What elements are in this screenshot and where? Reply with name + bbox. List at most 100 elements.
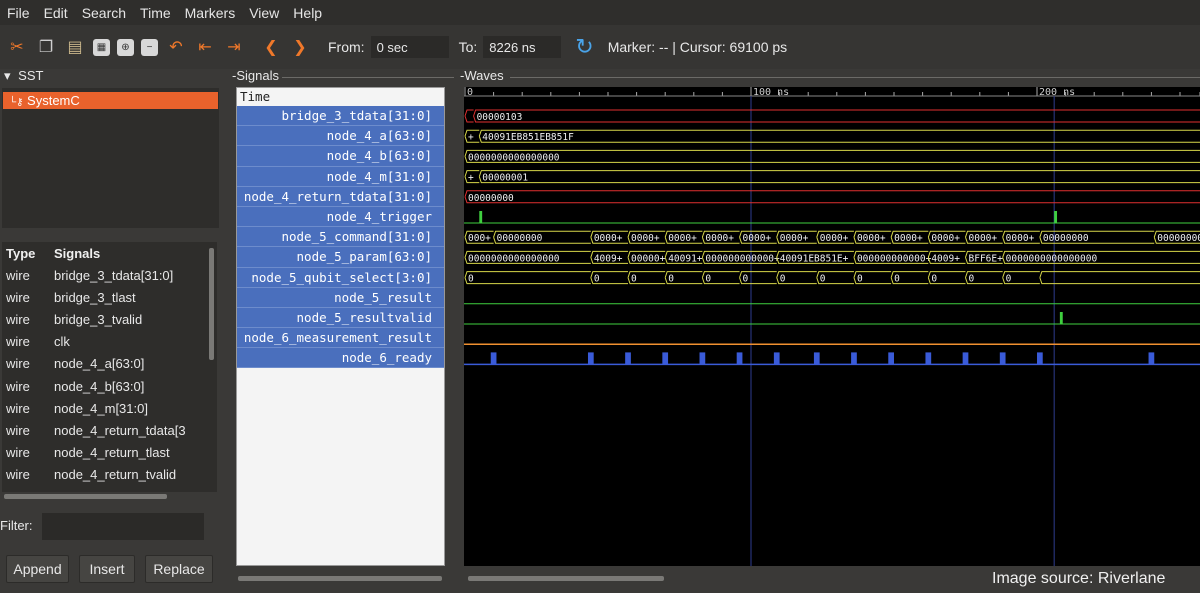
sst-title[interactable]: ▾ SST [4, 68, 43, 84]
zoom-start-icon[interactable]: ⇤ [194, 36, 216, 58]
waveform-canvas[interactable]: 0 100 ns 200 ns00000103+ 40091EB851EB851F00… [464, 87, 1200, 566]
signal-row[interactable]: node_5_command[31:0] [237, 227, 444, 248]
bus-value: BFF6E+ [969, 253, 1004, 264]
copy-icon[interactable]: ❐ [35, 36, 57, 58]
insert-button[interactable]: Insert [79, 555, 135, 583]
bus-value: 0 [969, 274, 975, 285]
signal-list-row[interactable]: wire node_4_return_tvalid [2, 464, 217, 486]
signal-list-row[interactable]: wire node_4_m[31:0] [2, 397, 217, 419]
signal-list-vscroll[interactable] [209, 248, 214, 360]
bus-value: + [468, 132, 474, 143]
signal-list-row[interactable]: wire bridge_3_tdata[31:0] [2, 264, 217, 286]
bus-value: 0000+ [894, 233, 923, 244]
signal-list-row[interactable]: wire node_4_a[63:0] [2, 353, 217, 375]
signal-row[interactable]: node_6_ready [237, 348, 444, 369]
waves-pane-title: -Waves [460, 68, 504, 83]
select-all-icon[interactable]: ▦ [93, 38, 110, 56]
undo-zoom-icon[interactable]: ↶ [165, 36, 187, 58]
signal-row[interactable]: node_6_measurement_result [237, 328, 444, 349]
signals-column-header[interactable]: Signals [54, 246, 217, 261]
append-button[interactable]: Append [6, 555, 69, 583]
bus-value: 0000000000000000 [468, 152, 560, 163]
clock-pulse [736, 352, 743, 365]
menu-help[interactable]: Help [286, 5, 329, 21]
bus-value: 0 [668, 274, 674, 285]
bus-value: 00000000 [1157, 233, 1200, 244]
bus-value: 00000103 [477, 112, 523, 123]
bus-value: 0000+ [668, 233, 697, 244]
prev-edge-icon[interactable]: ❮ [260, 36, 282, 58]
signals-pane-title: -Signals [232, 68, 279, 83]
signal-row[interactable]: node_4_trigger [237, 206, 444, 228]
bus-value: 0000000000000000 [1006, 253, 1098, 264]
menu-view[interactable]: View [242, 5, 286, 21]
bus-value: 0000+ [705, 233, 734, 244]
signal-name: bridge_3_tlast [54, 289, 136, 305]
waves-hscroll[interactable] [468, 576, 664, 581]
signal-name: node_4_return_tvalid [54, 467, 177, 483]
filter-input[interactable] [42, 513, 204, 540]
menu-search[interactable]: Search [75, 5, 133, 21]
signal-list-row[interactable]: wire clk [2, 331, 217, 353]
bus-value: 00000000 [1043, 233, 1089, 244]
tree-node-systemc[interactable]: └⚷ SystemC [3, 92, 218, 109]
signal-list-hscroll[interactable] [4, 494, 167, 499]
from-field[interactable]: 0 sec [370, 36, 449, 58]
image-credit: Image source: Riverlane [992, 570, 1166, 587]
waveform-view[interactable]: 0 100 ns 200 ns 00000103 +40091EB851EB851F 00… [464, 87, 1200, 566]
bus-segment [464, 271, 591, 285]
signal-list-row[interactable]: wire node_4_return_tdata[3 [2, 419, 217, 441]
type-column-header[interactable]: Type [2, 246, 54, 261]
replace-button[interactable]: Replace [145, 555, 213, 583]
signal-row[interactable]: node_4_return_tdata[31:0] [237, 186, 444, 207]
signal-list-row[interactable]: wire bridge_3_tlast [2, 286, 217, 308]
signal-list-row[interactable]: wire node_4_b[63:0] [2, 375, 217, 397]
signal-row[interactable]: node_4_b[63:0] [237, 146, 444, 167]
signal-name: bridge_3_tdata[31:0] [54, 267, 174, 283]
clock-pulse [662, 352, 669, 365]
bus-value: 0 [468, 274, 474, 285]
reload-icon[interactable]: ↻ [575, 34, 593, 60]
bus-value: 000000000000+ [705, 253, 780, 264]
signal-row[interactable]: node_5_resultvalid [237, 307, 444, 329]
signal-row[interactable]: node_4_a[63:0] [237, 126, 444, 147]
collapse-icon[interactable]: ▾ [4, 68, 11, 83]
signal-row[interactable]: node_5_qubit_select[3:0] [237, 267, 444, 288]
paste-icon[interactable]: ▤ [64, 36, 86, 58]
signal-type-list: Type Signals wire bridge_3_tdata[31:0] wir… [2, 242, 217, 492]
bit-pulse [1059, 312, 1063, 324]
cut-icon[interactable]: ✂ [6, 36, 28, 58]
menu-file[interactable]: File [0, 5, 37, 21]
bus-segment [464, 109, 474, 123]
zoom-fit-icon[interactable]: ⊕ [117, 38, 134, 56]
zoom-out-icon[interactable]: − [141, 38, 158, 56]
signal-type: wire [6, 445, 30, 461]
bus-value: 000+ [468, 233, 491, 244]
bus-value: 0000+ [594, 233, 623, 244]
signals-hscroll[interactable] [238, 576, 442, 581]
bus-segment [1039, 271, 1200, 285]
bus-value: 0000+ [820, 233, 849, 244]
menu-markers[interactable]: Markers [178, 5, 243, 21]
menu-time[interactable]: Time [133, 5, 178, 21]
bus-value: + [468, 173, 474, 184]
signal-type: wire [6, 289, 30, 305]
to-field[interactable]: 8226 ns [483, 36, 562, 58]
next-edge-icon[interactable]: ❯ [289, 36, 311, 58]
signal-row[interactable]: node_5_result [237, 287, 444, 308]
bus-value: 000000000000+ [857, 253, 932, 264]
signal-row[interactable]: node_5_param[63:0] [237, 247, 444, 268]
signal-row[interactable]: bridge_3_tdata[31:0] [237, 106, 444, 127]
ruler-label: 0 [467, 87, 473, 98]
bit-pulse [479, 211, 483, 223]
signal-list-row[interactable]: wire node_4_return_tlast [2, 442, 217, 464]
menu-edit[interactable]: Edit [37, 5, 75, 21]
clock-pulse [625, 352, 631, 365]
signal-row[interactable]: node_4_m[31:0] [237, 166, 444, 187]
signal-name: node_4_m[31:0] [54, 400, 148, 416]
zoom-end-icon[interactable]: ⇥ [223, 36, 245, 58]
time-row[interactable]: Time [237, 88, 444, 106]
hierarchy-icon: └⚷ [9, 97, 24, 108]
signal-list-row[interactable]: wire bridge_3_tvalid [2, 308, 217, 330]
bus-value: 0000+ [743, 233, 772, 244]
